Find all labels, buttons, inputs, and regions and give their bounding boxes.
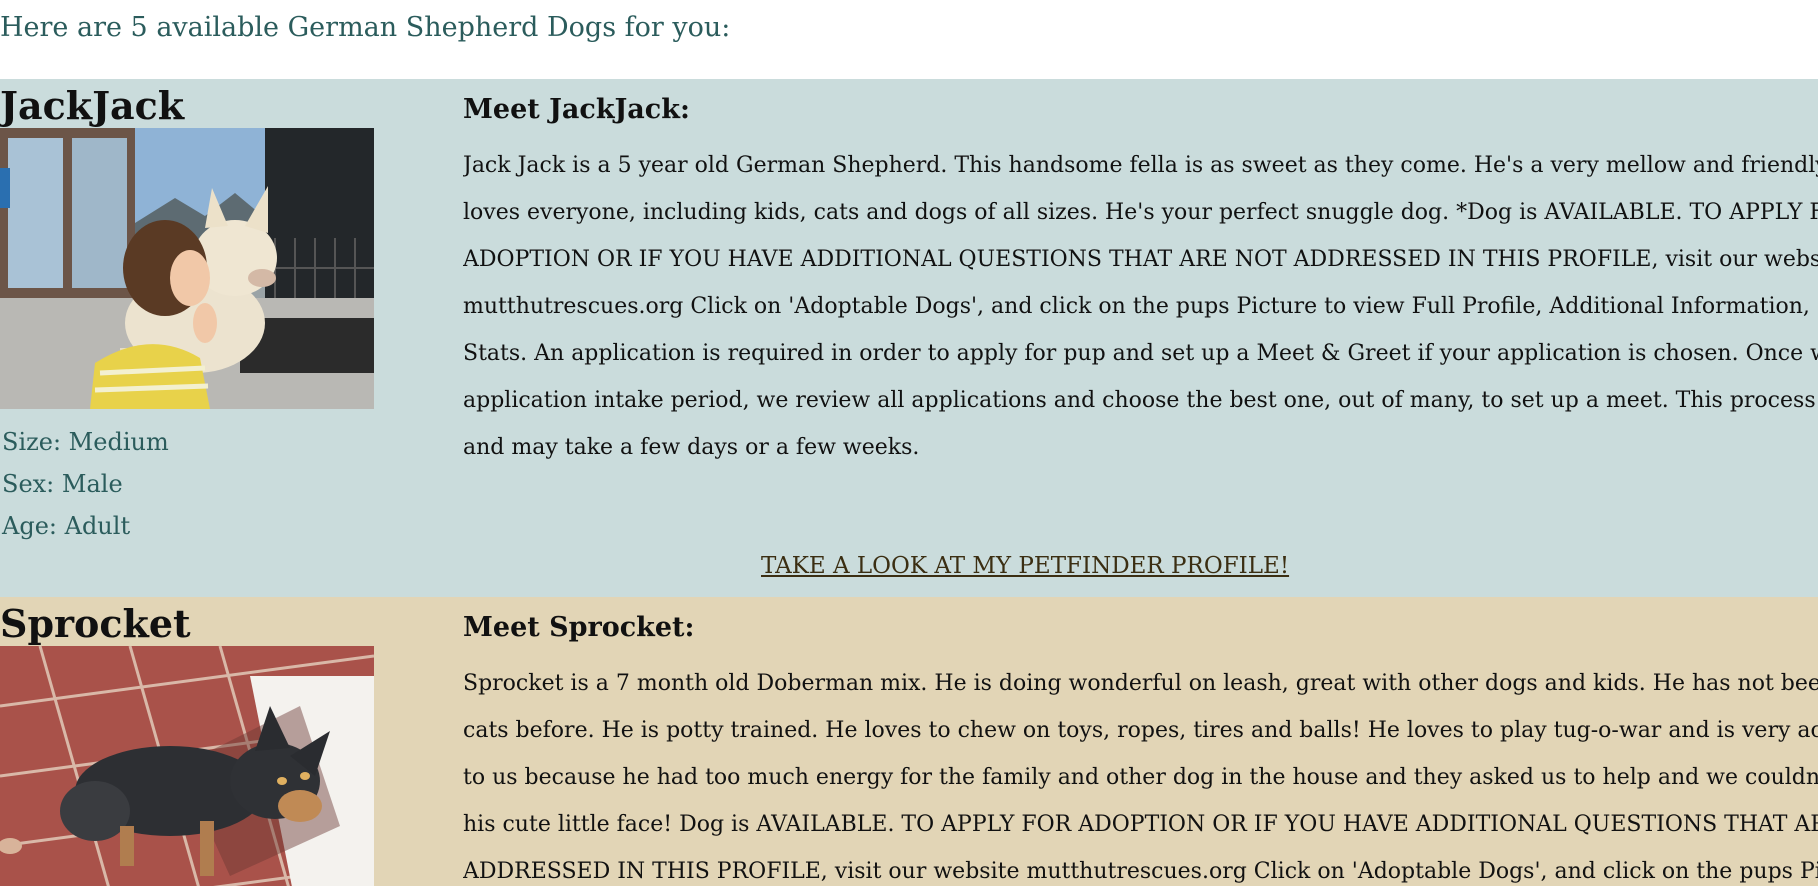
description-line: mutthutrescues.org Click on 'Adoptable D… [463, 294, 1818, 319]
dog-facts: Size: Medium Sex: Male Age: Adult [2, 421, 169, 547]
dog-name[interactable]: Sprocket [0, 601, 191, 646]
dog-age: Age: Adult [2, 512, 131, 540]
description-line: Stats. An application is required in ord… [463, 341, 1818, 366]
dog-description: Jack Jack is a 5 year old German Shepher… [463, 142, 1818, 471]
dog-name[interactable]: JackJack [0, 83, 184, 128]
description-line: Jack Jack is a 5 year old German Shepher… [463, 153, 1818, 178]
description-line: loves everyone, including kids, cats and… [463, 200, 1818, 225]
description-line: and may take a few days or a few weeks. [463, 435, 920, 460]
description-line: Sprocket is a 7 month old Doberman mix. … [463, 671, 1818, 696]
dog-photo[interactable] [0, 646, 374, 886]
dog-description: Sprocket is a 7 month old Doberman mix. … [463, 660, 1818, 886]
dog-card-sprocket: Sprocket Meet Sprocket: Sprocket is a 7 … [0, 597, 1818, 886]
dog-sex: Sex: Male [2, 470, 123, 498]
description-line: to us because he had too much energy for… [463, 765, 1818, 790]
description-line: his cute little face! Dog is AVAILABLE. … [463, 812, 1818, 837]
meet-heading: Meet Sprocket: [463, 612, 695, 643]
description-line: ADOPTION OR IF YOU HAVE ADDITIONAL QUEST… [463, 247, 1818, 272]
description-line: ADDRESSED IN THIS PROFILE, visit our web… [463, 859, 1818, 884]
dog-card-jackjack: JackJack Size: Medium Sex: Male Age: Adu… [0, 79, 1818, 597]
results-intro: Here are 5 available German Shepherd Dog… [0, 12, 731, 43]
dog-photo[interactable] [0, 128, 374, 409]
description-line: application intake period, we review all… [463, 388, 1818, 413]
meet-heading: Meet JackJack: [463, 94, 690, 125]
description-line: cats before. He is potty trained. He lov… [463, 718, 1818, 743]
petfinder-profile-link[interactable]: TAKE A LOOK AT MY PETFINDER PROFILE! [761, 553, 1289, 579]
dog-size: Size: Medium [2, 428, 169, 456]
